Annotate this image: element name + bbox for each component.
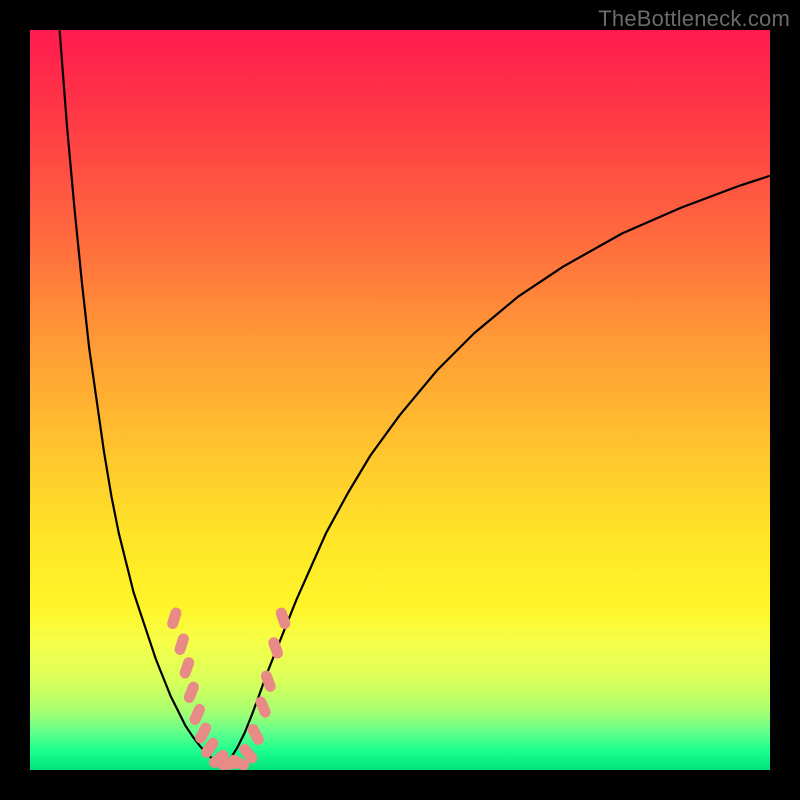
right-branch-curve — [222, 176, 770, 767]
curve-layer — [30, 30, 770, 770]
marker-group — [166, 606, 292, 770]
data-marker — [254, 695, 273, 720]
data-marker — [182, 680, 200, 705]
watermark-text: TheBottleneck.com — [598, 6, 790, 32]
data-marker — [166, 606, 183, 630]
data-marker — [267, 636, 285, 660]
left-branch-curve — [60, 30, 223, 767]
data-marker — [178, 656, 196, 680]
data-marker — [246, 722, 266, 747]
data-marker — [173, 632, 190, 656]
plot-area — [30, 30, 770, 770]
chart-frame: TheBottleneck.com — [0, 0, 800, 800]
